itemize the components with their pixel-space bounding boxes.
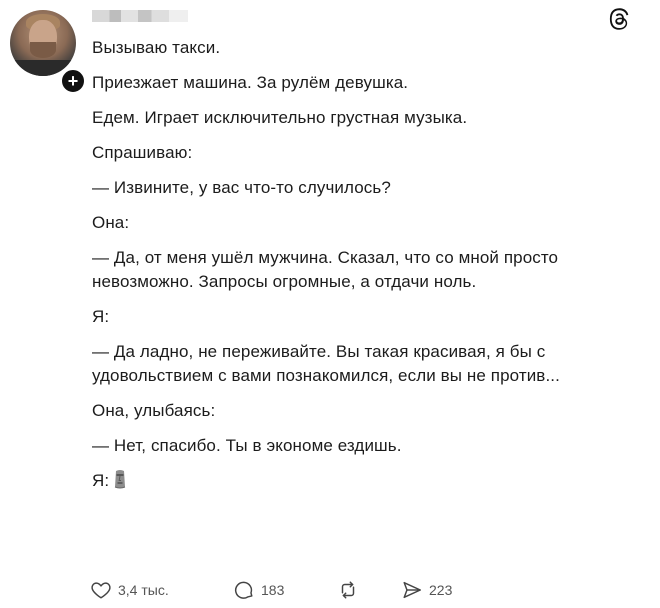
post-body: Вызываю такси. Приезжает машина. За рулё… xyxy=(92,36,652,493)
post-line: Она, улыбаясь: xyxy=(92,401,216,420)
threads-logo-icon[interactable] xyxy=(607,7,631,31)
post-line: Я: xyxy=(92,471,110,490)
comment-icon xyxy=(234,581,253,599)
avatar-wrapper[interactable]: + xyxy=(10,10,86,94)
avatar[interactable] xyxy=(10,10,76,76)
heart-icon xyxy=(91,582,111,599)
reply-button[interactable]: 183 xyxy=(233,579,337,601)
repost-icon xyxy=(341,581,355,599)
post-line: Едем. Играет исключительно грустная музы… xyxy=(92,108,468,127)
like-button[interactable]: 3,4 тыс. xyxy=(90,579,233,601)
follow-plus-icon[interactable]: + xyxy=(60,68,86,94)
post-line: Она: xyxy=(92,213,130,232)
share-button[interactable]: 223 xyxy=(401,579,452,601)
post-line: Спрашиваю: xyxy=(92,143,193,162)
repost-button[interactable] xyxy=(337,579,401,601)
share-count: 223 xyxy=(429,582,453,598)
post-final-line: Я: xyxy=(92,469,652,493)
post-line: Я: xyxy=(92,307,110,326)
post-line: — Извините, у вас что-то случилось? xyxy=(92,178,391,197)
action-bar: 3,4 тыс. 183 223 xyxy=(90,578,452,602)
post-line: — Да, от меня ушёл мужчина. Сказал, что … xyxy=(92,248,559,291)
username-blurred[interactable] xyxy=(92,10,188,22)
post-line: Вызываю такси. xyxy=(92,38,221,57)
post-line: — Нет, спасибо. Ты в экономе ездишь. xyxy=(92,436,402,455)
post-line: — Да ладно, не переживайте. Вы такая кра… xyxy=(92,342,560,385)
send-icon xyxy=(403,581,421,599)
like-count: 3,4 тыс. xyxy=(118,582,169,598)
post-line: Приезжает машина. За рулём девушка. xyxy=(92,73,409,92)
reply-count: 183 xyxy=(261,582,285,598)
moai-icon xyxy=(115,470,126,489)
